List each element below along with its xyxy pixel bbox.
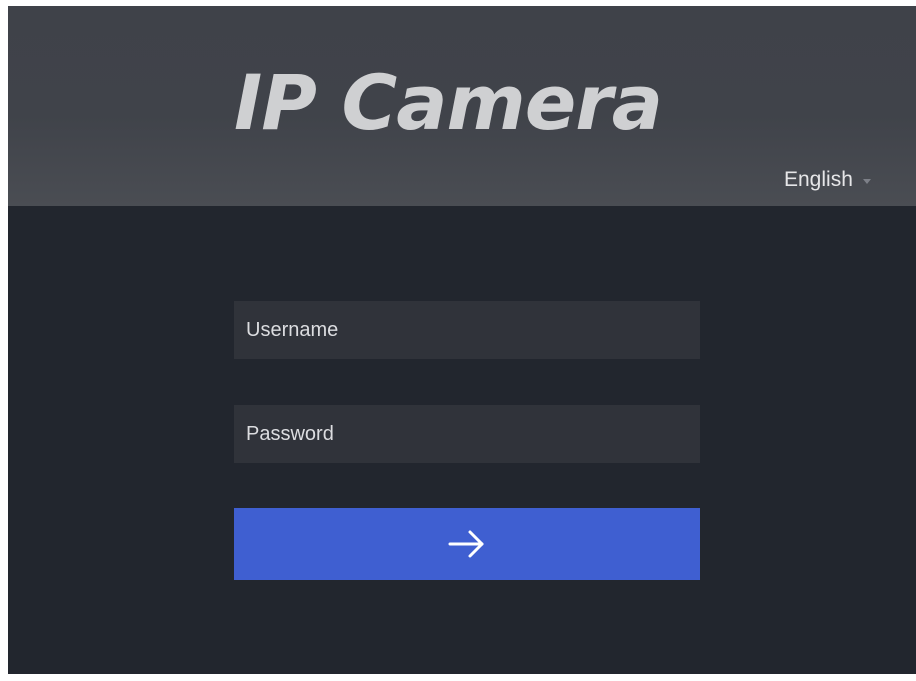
language-selector[interactable]: English <box>784 168 871 192</box>
caret-down-icon <box>862 178 871 184</box>
username-input[interactable] <box>234 301 700 359</box>
login-screen: IP Camera English <box>8 6 916 674</box>
login-button[interactable] <box>234 508 700 580</box>
password-input[interactable] <box>234 405 700 463</box>
arrow-right-icon <box>448 530 484 558</box>
language-label: English <box>784 168 853 191</box>
app-logo: IP Camera <box>234 58 663 147</box>
header-banner: IP Camera English <box>8 6 916 206</box>
